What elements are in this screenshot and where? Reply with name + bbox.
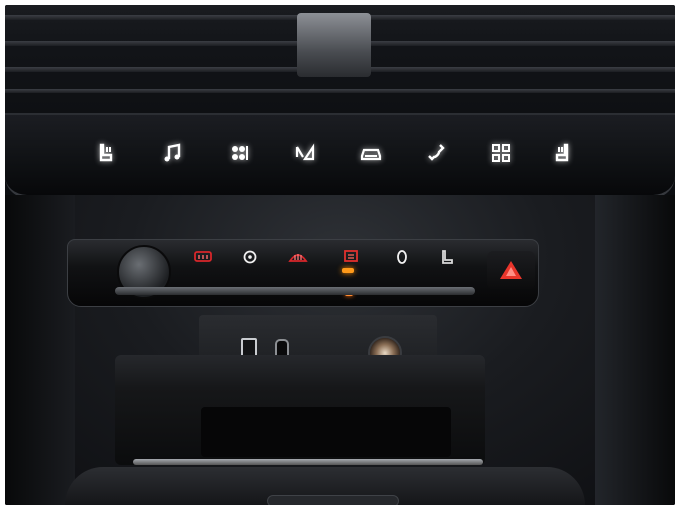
seat-heat-right-icon — [555, 143, 569, 162]
recirculation-icon — [397, 250, 407, 264]
seat-heat-left-button[interactable] — [87, 135, 127, 171]
car-center-console-photo — [5, 5, 675, 505]
seat-heat-right-button[interactable] — [541, 135, 581, 171]
seat-button[interactable] — [436, 246, 460, 268]
touch-shortcut-bar — [5, 113, 675, 198]
car-icon — [360, 148, 382, 161]
rear-defrost-button[interactable] — [186, 246, 220, 268]
front-defrost-button[interactable] — [282, 246, 314, 268]
vent-adjuster[interactable] — [297, 13, 371, 77]
windshield-icon — [344, 250, 358, 262]
recirculation-button[interactable] — [390, 246, 414, 268]
steering-heat-icon — [243, 250, 257, 264]
phone-icon — [428, 144, 445, 161]
tray-lip — [133, 459, 483, 465]
fan-icon — [232, 146, 248, 160]
apps-button[interactable] — [481, 135, 521, 171]
front-defrost-icon — [288, 254, 308, 262]
navigation-button[interactable] — [285, 135, 325, 171]
vent-slat — [5, 89, 675, 93]
vehicle-button[interactable] — [351, 135, 391, 171]
windshield-button[interactable] — [336, 246, 366, 268]
hazard-button[interactable] — [487, 251, 535, 289]
navigation-icon — [295, 143, 315, 161]
seat-heat-left-icon — [99, 143, 113, 162]
phone-button[interactable] — [417, 135, 457, 171]
media-button[interactable] — [153, 135, 193, 171]
steering-heat-button[interactable] — [236, 246, 264, 268]
indicator-light — [342, 268, 354, 273]
left-trim — [5, 195, 75, 505]
right-trim — [595, 195, 675, 505]
apps-grid-icon — [492, 144, 510, 162]
rear-defrost-icon — [194, 251, 212, 262]
tray-opening — [201, 407, 451, 457]
climate-fan-button[interactable] — [219, 135, 259, 171]
music-note-icon — [164, 143, 181, 162]
console-control[interactable] — [267, 495, 399, 505]
air-vents — [5, 5, 675, 113]
seat-icon — [442, 250, 453, 264]
chrome-trim-strip — [115, 287, 475, 295]
hazard-icon — [500, 261, 522, 279]
